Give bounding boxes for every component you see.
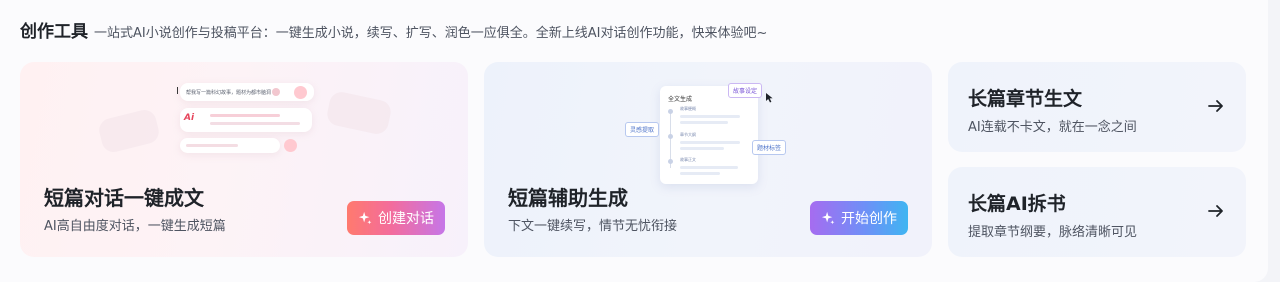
tag-story-setting: 故事设定 (728, 83, 763, 98)
prompt-text: 帮我写一篇科幻故事，题材为都市脑洞 (186, 90, 272, 96)
tag-material: 题材标签 (752, 140, 787, 155)
long-split-subtitle: 提取章节纲要，脉络清晰可见 (968, 225, 1138, 240)
long-chapter-card[interactable]: 长篇章节生文 AI连载不卡文，就在一念之间 (948, 62, 1246, 152)
section-header: 创作工具 一站式AI小说创作与投稿平台：一键生成小说，续写、扩写、润色一应俱全。… (20, 17, 767, 42)
dialogue-card[interactable]: I 帮我写一篇科幻故事，题材为都市脑洞 Ai 短篇对话一键成文 AI高自由度对话… (20, 62, 468, 257)
assist-card-title: 短篇辅助生成 (508, 186, 628, 210)
long-split-card[interactable]: 长篇AI拆书 提取章节纲要，脉络清晰可见 (948, 167, 1246, 257)
sparkle-icon (821, 211, 835, 225)
section-title: 创作工具 (20, 22, 88, 42)
create-dialogue-button[interactable]: 创建对话 (347, 201, 445, 235)
creation-tools-panel: 创作工具 一站式AI小说创作与投稿平台：一键生成小说，续写、扩写、润色一应俱全。… (0, 0, 1268, 282)
start-creating-button[interactable]: 开始创作 (810, 201, 908, 235)
assist-card-subtitle: 下文一键续写，情节无忧衔接 (508, 219, 678, 234)
long-split-title: 长篇AI拆书 (968, 193, 1066, 215)
dialogue-illustration: I 帮我写一篇科幻故事，题材为都市脑洞 Ai (20, 62, 468, 172)
cursor-icon (766, 93, 773, 103)
start-creating-label: 开始创作 (841, 211, 897, 227)
ai-badge-icon: Ai (184, 113, 195, 123)
doc-item-chapter: 章节大纲 (680, 132, 696, 137)
long-chapter-title: 长篇章节生文 (968, 88, 1083, 110)
tag-inspiration: 灵感提取 (625, 122, 660, 137)
create-dialogue-label: 创建对话 (378, 211, 434, 227)
section-subtitle: 一站式AI小说创作与投稿平台：一键生成小说，续写、扩写、润色一应俱全。全新上线A… (94, 26, 768, 41)
dialogue-card-title: 短篇对话一键成文 (44, 186, 204, 210)
doc-item-outline: 故事梗概 (680, 106, 696, 111)
dialogue-card-subtitle: AI高自由度对话，一键生成短篇 (44, 219, 226, 234)
doc-preview: 全文生成 故事梗概 章节大纲 故事正文 (660, 86, 758, 184)
doc-title: 全文生成 (668, 96, 693, 103)
assist-illustration: 全文生成 故事梗概 章节大纲 故事正文 故事设定 灵感提取 题材标签 (484, 62, 932, 184)
doc-item-body: 故事正文 (680, 157, 696, 162)
sparkle-icon (358, 211, 372, 225)
arrow-right-icon[interactable] (1206, 201, 1226, 221)
long-chapter-subtitle: AI连载不卡文，就在一念之间 (968, 120, 1137, 135)
user-avatar-icon (294, 86, 307, 99)
assist-card[interactable]: 全文生成 故事梗概 章节大纲 故事正文 故事设定 灵感提取 题材标签 短篇辅助生… (484, 62, 932, 257)
arrow-right-icon[interactable] (1206, 96, 1226, 116)
